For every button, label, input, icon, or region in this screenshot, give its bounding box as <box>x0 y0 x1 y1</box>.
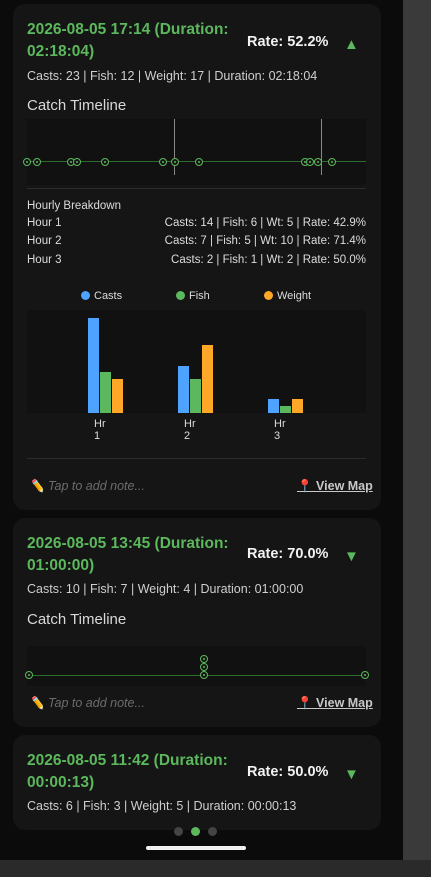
legend-label: Fish <box>189 290 210 302</box>
system-bar <box>0 860 431 877</box>
add-note-field[interactable]: ✏️ Tap to add note... <box>29 696 145 711</box>
session-summary: Casts: 23 | Fish: 12 | Weight: 17 | Dura… <box>27 69 318 83</box>
view-map-link[interactable]: 📍 View Map <box>297 479 373 494</box>
hourly-bar-chart <box>27 310 366 413</box>
scrollbar-track <box>403 0 431 860</box>
legend-item-weight: Weight <box>264 290 311 302</box>
divider <box>27 458 366 459</box>
bar-fish-hr-3 <box>279 406 291 413</box>
catch-timeline <box>25 646 369 686</box>
bar-casts-hr-1 <box>87 318 99 413</box>
legend-item-casts: Casts <box>81 290 122 302</box>
session-title: 2026-08-05 17:14 (Duration: 02:18:04) <box>27 21 229 60</box>
app-screen: 2026-08-05 17:14 (Duration: 02:18:04) Ra… <box>0 0 403 860</box>
bar-weight-hr-3 <box>291 399 303 413</box>
session-rate: Rate: 70.0% <box>247 546 329 562</box>
page-dot-active[interactable] <box>191 827 200 836</box>
timeline-axis <box>27 675 366 676</box>
session-card[interactable]: 2026-08-05 17:14 (Duration: 02:18:04) Ra… <box>13 4 381 510</box>
bar-weight-hr-1 <box>111 379 123 413</box>
trend-down-icon: ▼ <box>344 766 359 783</box>
home-indicator[interactable] <box>146 846 246 850</box>
catch-marker[interactable] <box>195 158 203 166</box>
catch-marker[interactable] <box>101 158 109 166</box>
catch-marker[interactable] <box>200 655 208 663</box>
catch-marker[interactable] <box>200 671 208 679</box>
catch-marker[interactable] <box>306 158 314 166</box>
timeline-title: Catch Timeline <box>27 611 127 628</box>
x-tick-label: Hr 1 <box>94 418 106 442</box>
bar-fish-hr-1 <box>99 372 111 413</box>
trend-up-icon: ▲ <box>344 36 359 53</box>
bar-fish-hr-2 <box>189 379 201 413</box>
hour-marker <box>174 119 175 175</box>
legend-swatch <box>81 291 90 300</box>
hour-stats: Casts: 7 | Fish: 5 | Wt: 10 | Rate: 71.4… <box>164 235 366 247</box>
hour-marker <box>321 119 322 175</box>
catch-marker[interactable] <box>73 158 81 166</box>
session-rate: Rate: 50.0% <box>247 764 329 780</box>
hour-stats: Casts: 14 | Fish: 6 | Wt: 5 | Rate: 42.9… <box>164 217 366 229</box>
timeline-title: Catch Timeline <box>27 97 127 114</box>
session-summary: Casts: 10 | Fish: 7 | Weight: 4 | Durati… <box>27 582 304 596</box>
hour-stats: Casts: 2 | Fish: 1 | Wt: 2 | Rate: 50.0% <box>171 254 366 266</box>
legend-swatch <box>176 291 185 300</box>
session-card[interactable]: 2026-08-05 13:45 (Duration: 01:00:00) Ra… <box>13 518 381 727</box>
legend-label: Weight <box>277 290 312 302</box>
hour-label: Hour 2 <box>27 235 62 247</box>
catch-marker[interactable] <box>159 158 167 166</box>
page-dot[interactable] <box>208 827 217 836</box>
bar-weight-hr-2 <box>201 345 213 413</box>
catch-marker[interactable] <box>25 671 33 679</box>
hourly-breakdown-title: Hourly Breakdown <box>27 200 121 212</box>
catch-timeline <box>23 119 366 185</box>
catch-marker[interactable] <box>171 158 179 166</box>
hour-label: Hour 3 <box>27 254 62 266</box>
catch-marker[interactable] <box>33 158 41 166</box>
session-card[interactable]: 2026-08-05 11:42 (Duration: 00:00:13) Ra… <box>13 735 381 830</box>
hour-label: Hour 1 <box>27 217 62 229</box>
bar-casts-hr-2 <box>177 365 189 413</box>
session-title: 2026-08-05 13:45 (Duration: 01:00:00) <box>27 535 229 574</box>
catch-marker[interactable] <box>314 158 322 166</box>
add-note-field[interactable]: ✏️ Tap to add note... <box>29 479 145 494</box>
session-summary: Casts: 6 | Fish: 3 | Weight: 5 | Duratio… <box>27 799 297 813</box>
session-rate: Rate: 52.2% <box>247 34 329 50</box>
legend-label: Casts <box>94 290 123 302</box>
catch-marker[interactable] <box>200 663 208 671</box>
catch-marker[interactable] <box>23 158 31 166</box>
bar-casts-hr-3 <box>267 399 279 413</box>
legend-item-fish: Fish <box>176 290 210 302</box>
trend-down-icon: ▼ <box>344 548 359 565</box>
x-tick-label: Hr 2 <box>184 418 196 442</box>
catch-marker[interactable] <box>361 671 369 679</box>
legend-swatch <box>264 291 273 300</box>
view-map-link[interactable]: 📍 View Map <box>297 696 373 711</box>
page-dot[interactable] <box>174 827 183 836</box>
divider <box>27 188 366 189</box>
session-title: 2026-08-05 11:42 (Duration: 00:00:13) <box>27 752 228 791</box>
x-tick-label: Hr 3 <box>274 418 286 442</box>
catch-marker[interactable] <box>328 158 336 166</box>
